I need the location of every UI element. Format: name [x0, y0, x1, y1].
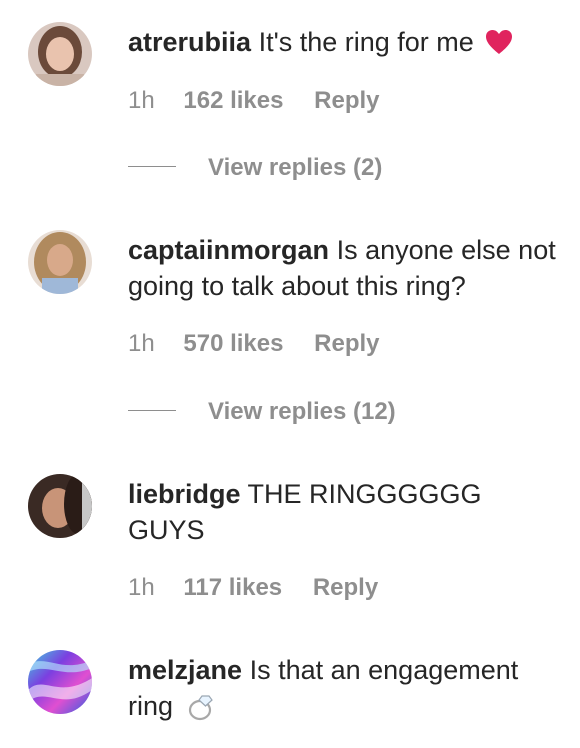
comment-text: melzjane Is that an engagement ring [128, 652, 558, 724]
avatar[interactable] [28, 650, 92, 714]
avatar-photo-icon [28, 650, 92, 714]
ring-icon [188, 695, 213, 721]
comment-username[interactable]: melzjane [128, 655, 242, 685]
comment-item: melzjane Is that an engagement ring [0, 0, 580, 748]
